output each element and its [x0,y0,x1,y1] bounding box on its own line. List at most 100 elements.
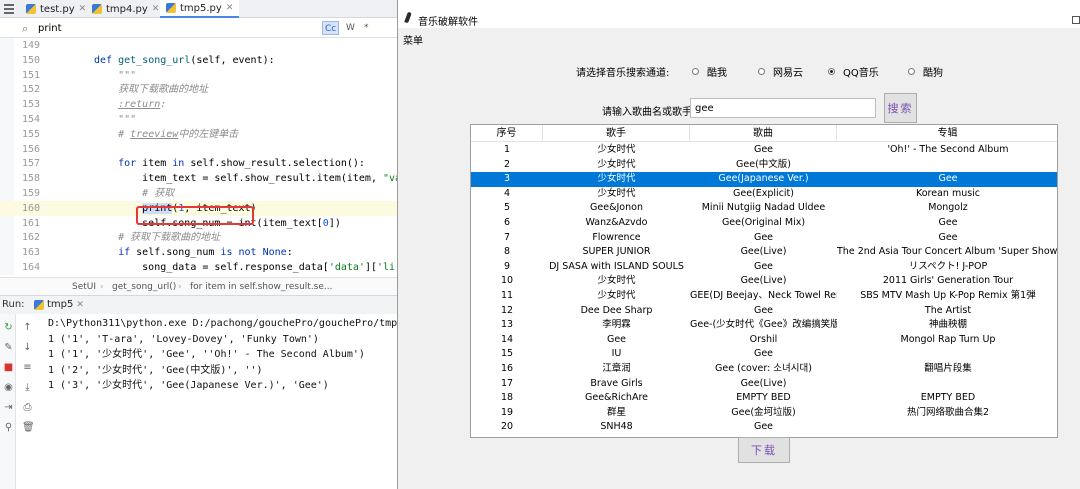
table-row[interactable]: 3 少女时代 Gee(Japanese Ver.) Gee [471,172,1057,187]
radio-indicator[interactable] [758,68,765,75]
table-row[interactable]: 13 李明霖 Gee-(少女时代《Gee》改编搞笑版) 神曲秧棚 [471,318,1057,333]
code-line[interactable]: 153 :return: [0,97,397,112]
code-line[interactable]: 162 # 获取下载歌曲的地址 [0,230,397,245]
cell-song: Minii Nutgiig Nadad Uldee [701,202,826,214]
breadcrumb-item[interactable]: SetUI [72,278,96,295]
table-row[interactable]: 1 少女时代 Gee 'Oh!' - The Second Album [471,143,1057,158]
column-header-album[interactable]: 专辑 [837,125,1057,142]
column-header-song[interactable]: 歌曲 [690,125,837,142]
code-text[interactable]: # 获取下载歌曲的地址 [94,230,220,245]
code-line[interactable]: 157 for item in self.show_result.selecti… [0,156,397,171]
table-row[interactable]: 4 少女时代 Gee(Explicit) Korean music [471,187,1057,202]
column-header-singer[interactable]: 歌手 [543,125,690,142]
code-line[interactable]: 152 获取下载歌曲的地址 [0,82,397,97]
run-tab-tmp5[interactable]: tmp5 ✕ [34,296,84,314]
radio-kugou[interactable]: 酷狗 [908,64,943,79]
rerun-icon[interactable]: ↻ [3,322,14,333]
code-text[interactable]: # 获取 [94,186,174,201]
code-line[interactable]: 149 [0,38,397,53]
menu-item[interactable]: 菜单 [403,32,423,47]
code-line[interactable]: 159 # 获取 [0,186,397,201]
code-text[interactable]: """ [94,112,136,127]
breadcrumb-item[interactable]: for item in self.show_result.se... [190,278,333,295]
radio-indicator[interactable] [692,68,699,75]
code-text[interactable]: if self.song_num is not None: [94,245,293,260]
radio-netease[interactable]: 网易云 [758,64,803,79]
scroll-to-end-icon[interactable]: ⤓ [22,382,33,393]
find-bar: ⌕ Cc W * [0,18,397,38]
code-text[interactable]: :return: [94,97,166,112]
window-titlebar[interactable]: 音乐破解软件 [398,0,1080,28]
tab-test-py[interactable]: test.py ✕ [20,0,92,18]
soft-wrap-icon[interactable]: ≡ [22,362,33,373]
code-line[interactable]: 164 song_data = self.response_data['data… [0,260,397,275]
code-line[interactable]: 158 item_text = self.show_result.item(it… [0,171,397,186]
tab-tmp5-py[interactable]: tmp5.py ✕ [160,0,240,18]
column-header-index[interactable]: 序号 [471,125,543,142]
cell-index: 13 [500,319,514,331]
code-line[interactable]: 163 if self.song_num is not None: [0,245,397,260]
table-row[interactable]: 11 少女时代 GEE(DJ Beejay、Neck Towel Ren SBS MT… [471,289,1057,304]
code-line[interactable]: 154 """ [0,112,397,127]
radio-qqmusic[interactable]: QQ音乐 [828,64,879,79]
code-line[interactable]: 151 """ [0,68,397,83]
table-row[interactable]: 2 少女时代 Gee(中文版) [471,158,1057,173]
stop-icon[interactable]: ■ [3,362,14,373]
code-text[interactable]: """ [94,68,136,83]
table-row[interactable]: 5 Gee&Jonon Minii Nutgiig Nadad Uldee Mongo… [471,201,1057,216]
tab-tmp4-py[interactable]: tmp4.py ✕ [86,0,165,18]
trash-icon[interactable]: 🗑 [22,422,35,433]
code-line[interactable]: 155 # treeview中的左键单击 [0,127,397,142]
whole-words-toggle[interactable]: W [344,21,357,35]
radio-indicator[interactable] [908,68,915,75]
table-row[interactable]: 6 Wanz&Azvdo Gee(Original Mix) Gee [471,216,1057,231]
table-row[interactable]: 8 SUPER JUNIOR Gee(Live) The 2nd Asia Tour … [471,245,1057,260]
hamburger-menu-icon[interactable] [4,4,14,14]
wrench-icon[interactable]: ✎ [3,342,14,353]
breadcrumb-item[interactable]: get_song_url() [112,278,176,295]
code-line[interactable]: 156 [0,142,397,157]
song-search-input[interactable] [690,98,876,118]
table-row[interactable]: 10 少女时代 Gee(Live) 2011 Girls' Generation To… [471,274,1057,289]
code-text[interactable]: item_text = self.show_result.item(item, … [94,171,397,186]
table-row[interactable]: 17 Brave Girls Gee(Live) [471,377,1057,392]
match-case-toggle[interactable]: Cc [322,21,340,35]
code-editor[interactable]: 149 150 def get_song_url(self, event): 151 … [0,38,397,275]
code-text[interactable]: # treeview中的左键单击 [94,127,238,142]
regex-toggle[interactable]: * [362,21,371,35]
arrow-down-icon[interactable]: ↓ [22,342,33,353]
close-icon[interactable]: ✕ [226,3,234,13]
results-table[interactable]: 序号 歌手 歌曲 专辑 1 少女时代 Gee 'Oh!' - The Second A… [470,124,1058,438]
radio-indicator[interactable] [828,68,835,75]
table-row[interactable]: 9 DJ SASA with ISLAND SOULS Gee リスペクト! J-PO… [471,260,1057,275]
arrow-up-icon[interactable]: ↑ [22,322,33,333]
close-icon[interactable]: ✕ [76,296,84,314]
table-row[interactable]: 16 江章润 Gee (cover: 소녀시대) 翻唱片段集 [471,362,1057,377]
search-button[interactable]: 搜索 [884,93,917,123]
code-text[interactable]: song_data = self.response_data['data']['… [94,260,395,275]
cell-singer: 江章润 [602,362,631,374]
table-row[interactable]: 18 Gee&RichAre EMPTY BED EMPTY BED [471,391,1057,406]
close-icon[interactable]: ✕ [152,4,160,14]
console-output[interactable]: D:\Python311\python.exe D:/pachong/gouch… [48,316,397,486]
table-row[interactable]: 12 Dee Dee Sharp Gee The Artist [471,304,1057,319]
radio-label: 酷我 [707,68,727,79]
table-row[interactable]: 15 IU Gee [471,347,1057,362]
code-line[interactable]: 150 def get_song_url(self, event): [0,53,397,68]
maximize-icon[interactable] [1072,16,1080,24]
download-button[interactable]: 下载 [738,437,790,463]
radio-kuwo[interactable]: 酷我 [692,64,727,79]
camera-icon[interactable]: ◉ [3,382,14,393]
code-text[interactable]: 获取下载歌曲的地址 [94,82,208,97]
line-number: 163 [21,247,40,259]
table-row[interactable]: 20 SNH48 Gee [471,420,1057,435]
print-icon[interactable]: ⎙ [22,402,33,413]
exit-icon[interactable]: ⇥ [3,402,14,413]
table-row[interactable]: 19 群星 Gee(金坷垃版) 热门网络歌曲合集2 [471,406,1057,421]
code-text[interactable]: for item in self.show_result.selection()… [94,156,365,171]
table-row[interactable]: 14 Gee Orshil Mongol Rap Turn Up [471,333,1057,348]
table-row[interactable]: 7 Flowrence Gee Gee [471,231,1057,246]
code-text[interactable]: def get_song_url(self, event): [94,53,275,68]
find-input[interactable] [38,21,308,35]
pin-icon[interactable]: ⚲ [3,422,14,433]
